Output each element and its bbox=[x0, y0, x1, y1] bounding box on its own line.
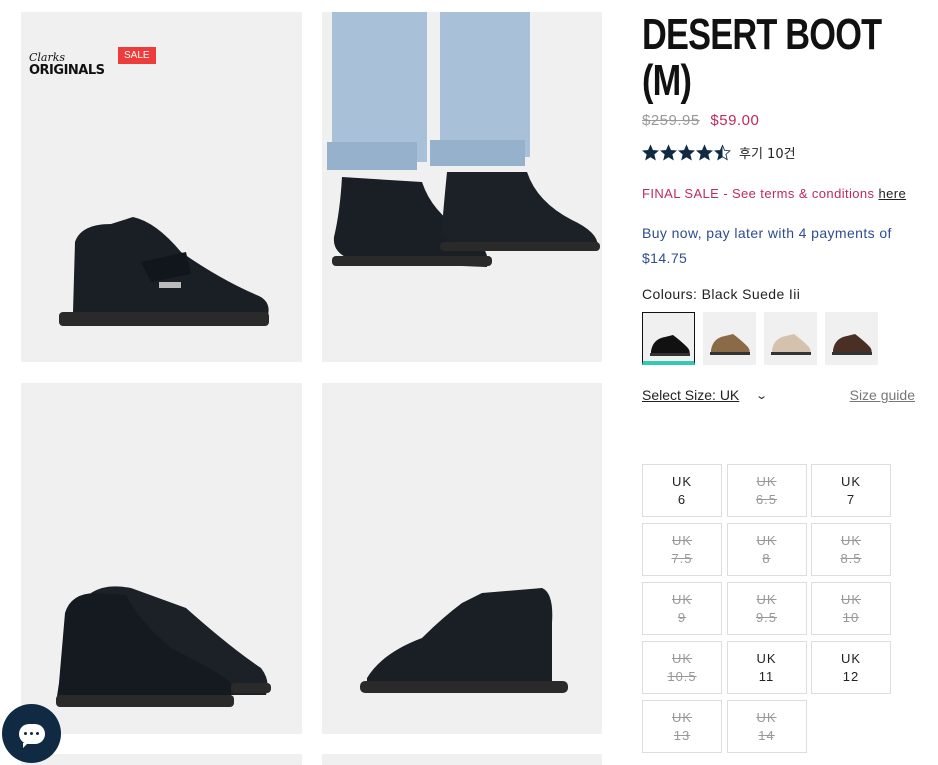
final-sale-notice: FINAL SALE - See terms & conditions here bbox=[642, 186, 907, 201]
size-option[interactable]: UK 6 bbox=[642, 464, 722, 517]
colour-swatch[interactable] bbox=[703, 312, 756, 365]
size-option[interactable]: UK 14 bbox=[726, 700, 807, 753]
size-option[interactable]: UK 8.5 bbox=[811, 523, 891, 576]
size-option-label: UK bbox=[756, 651, 777, 666]
star-icon bbox=[678, 144, 695, 161]
boot-side-illustration bbox=[59, 217, 269, 326]
size-option[interactable]: UK 11 bbox=[726, 641, 807, 694]
size-option[interactable]: UK 10 bbox=[811, 582, 891, 635]
product-image-pair[interactable] bbox=[21, 383, 302, 734]
size-option[interactable]: UK 6.5 bbox=[726, 464, 807, 517]
size-option-label: UK bbox=[840, 651, 862, 666]
star-icon bbox=[696, 144, 713, 161]
size-option[interactable]: UK 7.5 bbox=[642, 523, 722, 576]
product-image-6[interactable] bbox=[322, 754, 602, 765]
bnpl-info[interactable]: Buy now, pay later with 4 payments of $1… bbox=[642, 221, 922, 271]
size-option-value: 6.5 bbox=[755, 492, 778, 507]
size-option[interactable]: UK 7 bbox=[811, 464, 891, 517]
size-option-label: UK bbox=[840, 592, 862, 607]
rating-row[interactable]: 후기 10건 bbox=[642, 143, 922, 162]
review-count[interactable]: 후기 10건 bbox=[739, 143, 796, 162]
terms-link[interactable]: here bbox=[878, 186, 906, 201]
size-option[interactable]: UK 10.5 bbox=[642, 641, 722, 694]
size-option-value: 8 bbox=[762, 551, 771, 566]
star-rating bbox=[642, 144, 731, 161]
size-option-label: UK bbox=[756, 710, 777, 725]
size-option-label: UK bbox=[756, 474, 777, 489]
size-option-value: 9.5 bbox=[755, 610, 778, 625]
product-image-5[interactable] bbox=[21, 754, 302, 765]
size-row: Select Size: UK ⌄ Size guide bbox=[642, 387, 915, 403]
colour-label: Colours: Black Suede Iii bbox=[642, 286, 801, 302]
product-image-side[interactable]: Clarks ORIGINALS SALE bbox=[21, 12, 302, 362]
boots-pair-illustration bbox=[56, 586, 271, 707]
size-option-label: UK bbox=[671, 651, 693, 666]
size-option-label: UK bbox=[840, 474, 862, 489]
product-info: DESERT BOOT (M) $259.95 $59.00 후기 10건 FI… bbox=[642, 12, 922, 403]
colour-swatches bbox=[642, 312, 922, 365]
product-image-worn[interactable] bbox=[322, 12, 602, 362]
size-option[interactable]: UK 9.5 bbox=[726, 582, 807, 635]
size-option-value: 6 bbox=[677, 492, 687, 507]
chat-button[interactable] bbox=[2, 704, 61, 763]
star-icon bbox=[660, 144, 677, 161]
chevron-down-icon[interactable]: ⌄ bbox=[755, 389, 768, 402]
boots-worn-illustration bbox=[327, 12, 600, 267]
size-option-value: 7 bbox=[846, 492, 856, 507]
size-option-value: 14 bbox=[758, 728, 775, 743]
star-icon bbox=[714, 144, 731, 161]
size-option-label: UK bbox=[671, 474, 693, 489]
size-option-label: UK bbox=[671, 710, 693, 725]
size-option[interactable]: UK 8 bbox=[726, 523, 807, 576]
size-option-value: 9 bbox=[677, 610, 687, 625]
size-option-value: 8.5 bbox=[840, 551, 862, 566]
colour-swatch[interactable] bbox=[642, 312, 695, 365]
size-option-label: UK bbox=[756, 592, 777, 607]
colour-swatch[interactable] bbox=[764, 312, 817, 365]
size-option-label: UK bbox=[840, 533, 862, 548]
chat-icon bbox=[18, 723, 45, 748]
size-option[interactable]: UK 12 bbox=[811, 641, 891, 694]
size-option[interactable]: UK 13 bbox=[642, 700, 722, 753]
colour-swatch[interactable] bbox=[825, 312, 878, 365]
sale-price: $59.00 bbox=[710, 112, 760, 129]
size-option-label: UK bbox=[671, 533, 693, 548]
size-option-value: 10.5 bbox=[667, 669, 697, 684]
size-option-label: UK bbox=[756, 533, 777, 548]
size-option-value: 11 bbox=[758, 669, 775, 684]
price-block: $259.95 $59.00 bbox=[642, 112, 922, 129]
product-title: DESERT BOOT (M) bbox=[642, 10, 882, 105]
size-option-value: 10 bbox=[842, 610, 860, 625]
original-price: $259.95 bbox=[642, 112, 700, 129]
size-option-label: UK bbox=[671, 592, 693, 607]
size-guide-link[interactable]: Size guide bbox=[850, 387, 915, 403]
size-option-value: 12 bbox=[842, 669, 860, 684]
product-image-angled[interactable] bbox=[322, 383, 602, 734]
size-select[interactable]: Select Size: UK ⌄ bbox=[642, 387, 768, 403]
size-option[interactable]: UK 9 bbox=[642, 582, 722, 635]
star-icon bbox=[642, 144, 659, 161]
boot-angled-illustration bbox=[360, 588, 568, 693]
size-option-value: 13 bbox=[673, 728, 691, 743]
size-option-value: 7.5 bbox=[671, 551, 693, 566]
